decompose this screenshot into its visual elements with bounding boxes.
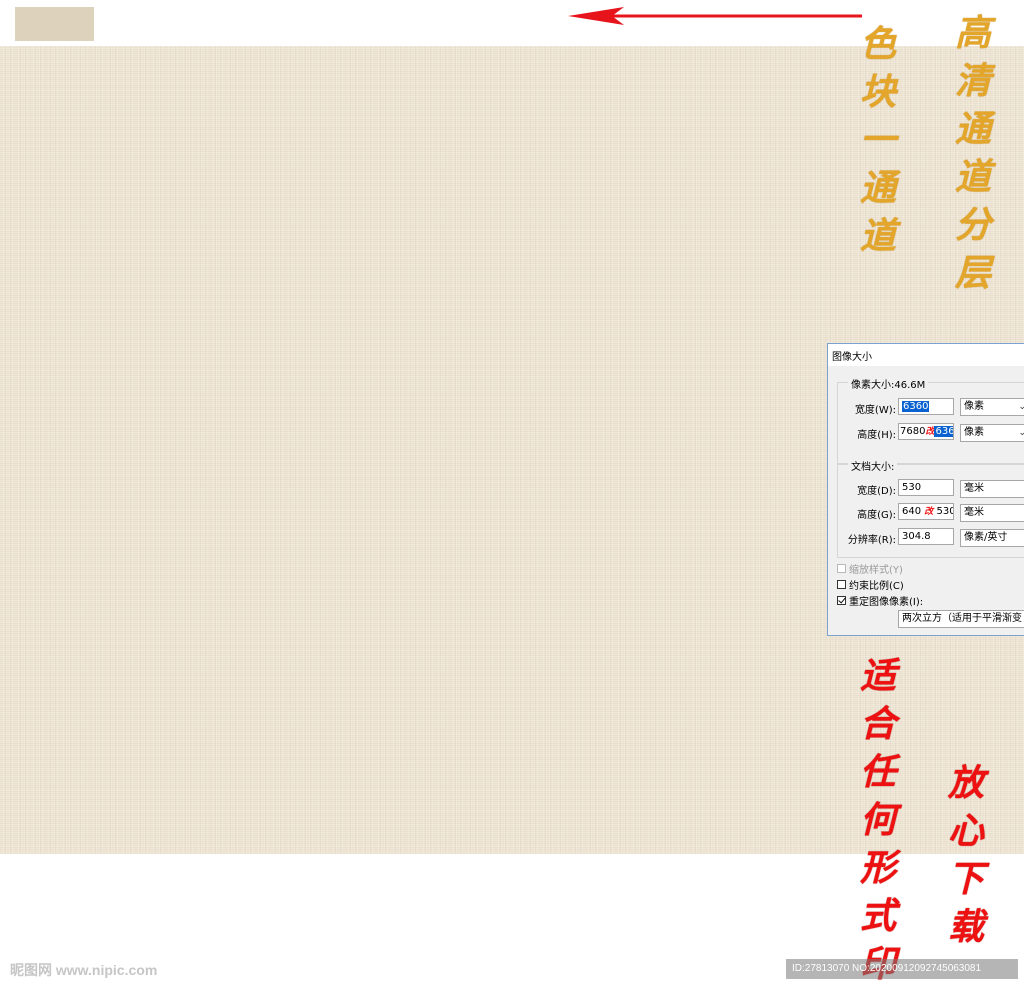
resample-method-select[interactable]: 两次立方（适用于平滑渐变: [898, 610, 1024, 628]
pixel-height-old-value: 7680: [900, 426, 926, 437]
doc-height-label: 高度(G):: [857, 510, 896, 521]
pixel-size-label: 像素大小:46.6M: [848, 376, 929, 391]
resolution-label: 分辨率(R):: [847, 535, 896, 546]
constrain-proportions-option[interactable]: 约束比例(C): [837, 577, 904, 592]
doc-height-input[interactable]: 640 改 530: [898, 503, 954, 520]
doc-width-label: 宽度(D):: [857, 486, 896, 497]
annotation-char: 分: [954, 204, 991, 246]
image-size-dialog: 图像大小 像素大小:46.6M 宽度(W): 6360 像素 ⌄ 高度(H): …: [827, 343, 1024, 636]
annotation-char: 道: [859, 215, 896, 257]
annotation-char: 清: [954, 60, 991, 102]
annotation-char: 适: [859, 655, 896, 697]
left-arrow-icon: [568, 7, 862, 25]
annotation-char: 通: [859, 167, 896, 209]
scale-styles-checkbox[interactable]: [837, 564, 846, 573]
resample-option[interactable]: 重定图像像素(I):: [837, 593, 923, 608]
doc-width-unit: 毫米: [964, 483, 984, 494]
annotation-char: 心: [947, 810, 984, 852]
annotation-char: 层: [954, 252, 991, 294]
resolution-unit: 像素/英寸: [964, 532, 1008, 543]
annotation-char: 色: [859, 23, 896, 65]
doc-width-unit-select[interactable]: 毫米: [960, 480, 1024, 498]
annotation-char: 道: [954, 156, 991, 198]
annotation-download-safely: 放 心 下 载: [944, 765, 988, 957]
resolution-input[interactable]: 304.8: [898, 528, 954, 545]
annotation-char: 下: [947, 858, 984, 900]
pixel-width-unit-select[interactable]: 像素 ⌄: [960, 398, 1024, 416]
annotation-char: 载: [947, 906, 984, 948]
doc-width-input[interactable]: 530: [898, 479, 954, 496]
doc-height-new-value: 530: [936, 506, 954, 517]
dialog-title-bar[interactable]: 图像大小: [828, 344, 1024, 366]
annotation-one-swatch-one-channel: 一 色 块 一 通 道: [856, 0, 900, 266]
resample-checkbox[interactable]: [837, 596, 846, 605]
change-mark: 改: [924, 507, 934, 517]
resolution-value: 304.8: [902, 531, 931, 542]
annotation-suitable-for-any-print: 适 合 任 何 形 式 印: [856, 658, 900, 989]
annotation-char: 式: [859, 895, 896, 937]
doc-width-value: 530: [902, 482, 922, 493]
pixel-width-unit: 像素: [964, 401, 984, 412]
chevron-down-icon: ⌄: [1018, 399, 1024, 415]
resample-label: 重定图像像素(I):: [849, 597, 924, 608]
resolution-unit-select[interactable]: 像素/英寸: [960, 529, 1024, 547]
doc-height-old-value: 640: [902, 506, 922, 517]
annotation-char: 一: [859, 119, 896, 161]
pixel-width-label: 宽度(W):: [854, 405, 896, 416]
dialog-title: 图像大小: [832, 352, 872, 363]
pixel-height-input[interactable]: 7680改6360: [898, 423, 954, 440]
pixel-width-value: 6360: [902, 401, 930, 412]
constrain-proportions-label: 约束比例(C): [849, 581, 904, 592]
annotation-char: 形: [859, 847, 896, 889]
annotation-char: 合: [859, 703, 896, 745]
chevron-down-icon: ⌄: [1018, 425, 1024, 441]
doc-height-unit-select[interactable]: 毫米: [960, 504, 1024, 522]
pixel-height-new-value: 6360: [934, 426, 953, 437]
resample-method: 两次立方（适用于平滑渐变: [902, 613, 1022, 624]
nipic-logo-watermark: 昵图网 www.nipic.com: [10, 962, 158, 978]
scale-styles-option[interactable]: 缩放样式(Y): [837, 561, 903, 576]
annotation-char: 通: [954, 108, 991, 150]
pixel-height-unit: 像素: [964, 427, 984, 438]
pixel-width-input[interactable]: 6360: [898, 398, 954, 415]
annotation-hd-channel-layered: 高 清 通 道 分 层: [950, 15, 996, 303]
annotation-char: 高: [954, 12, 991, 54]
pixel-height-unit-select[interactable]: 像素 ⌄: [960, 424, 1024, 442]
annotation-char: 任: [859, 751, 896, 793]
scale-styles-label: 缩放样式(Y): [849, 565, 903, 576]
constrain-proportions-checkbox[interactable]: [837, 580, 846, 589]
annotation-char: 块: [859, 71, 896, 113]
annotation-char: 何: [859, 799, 896, 841]
doc-height-unit: 毫米: [964, 507, 984, 518]
page: 一 色 块 一 通 道 高 清 通 道 分 层 图像大小 像素大小:46.6M …: [0, 0, 1024, 989]
color-swatch: [15, 7, 94, 41]
pixel-height-label: 高度(H):: [857, 430, 896, 441]
annotation-char: 放: [947, 762, 984, 804]
image-id-watermark: ID:27813070 NO:20200912092745063081: [786, 959, 1018, 979]
document-size-label: 文档大小:: [848, 458, 898, 473]
